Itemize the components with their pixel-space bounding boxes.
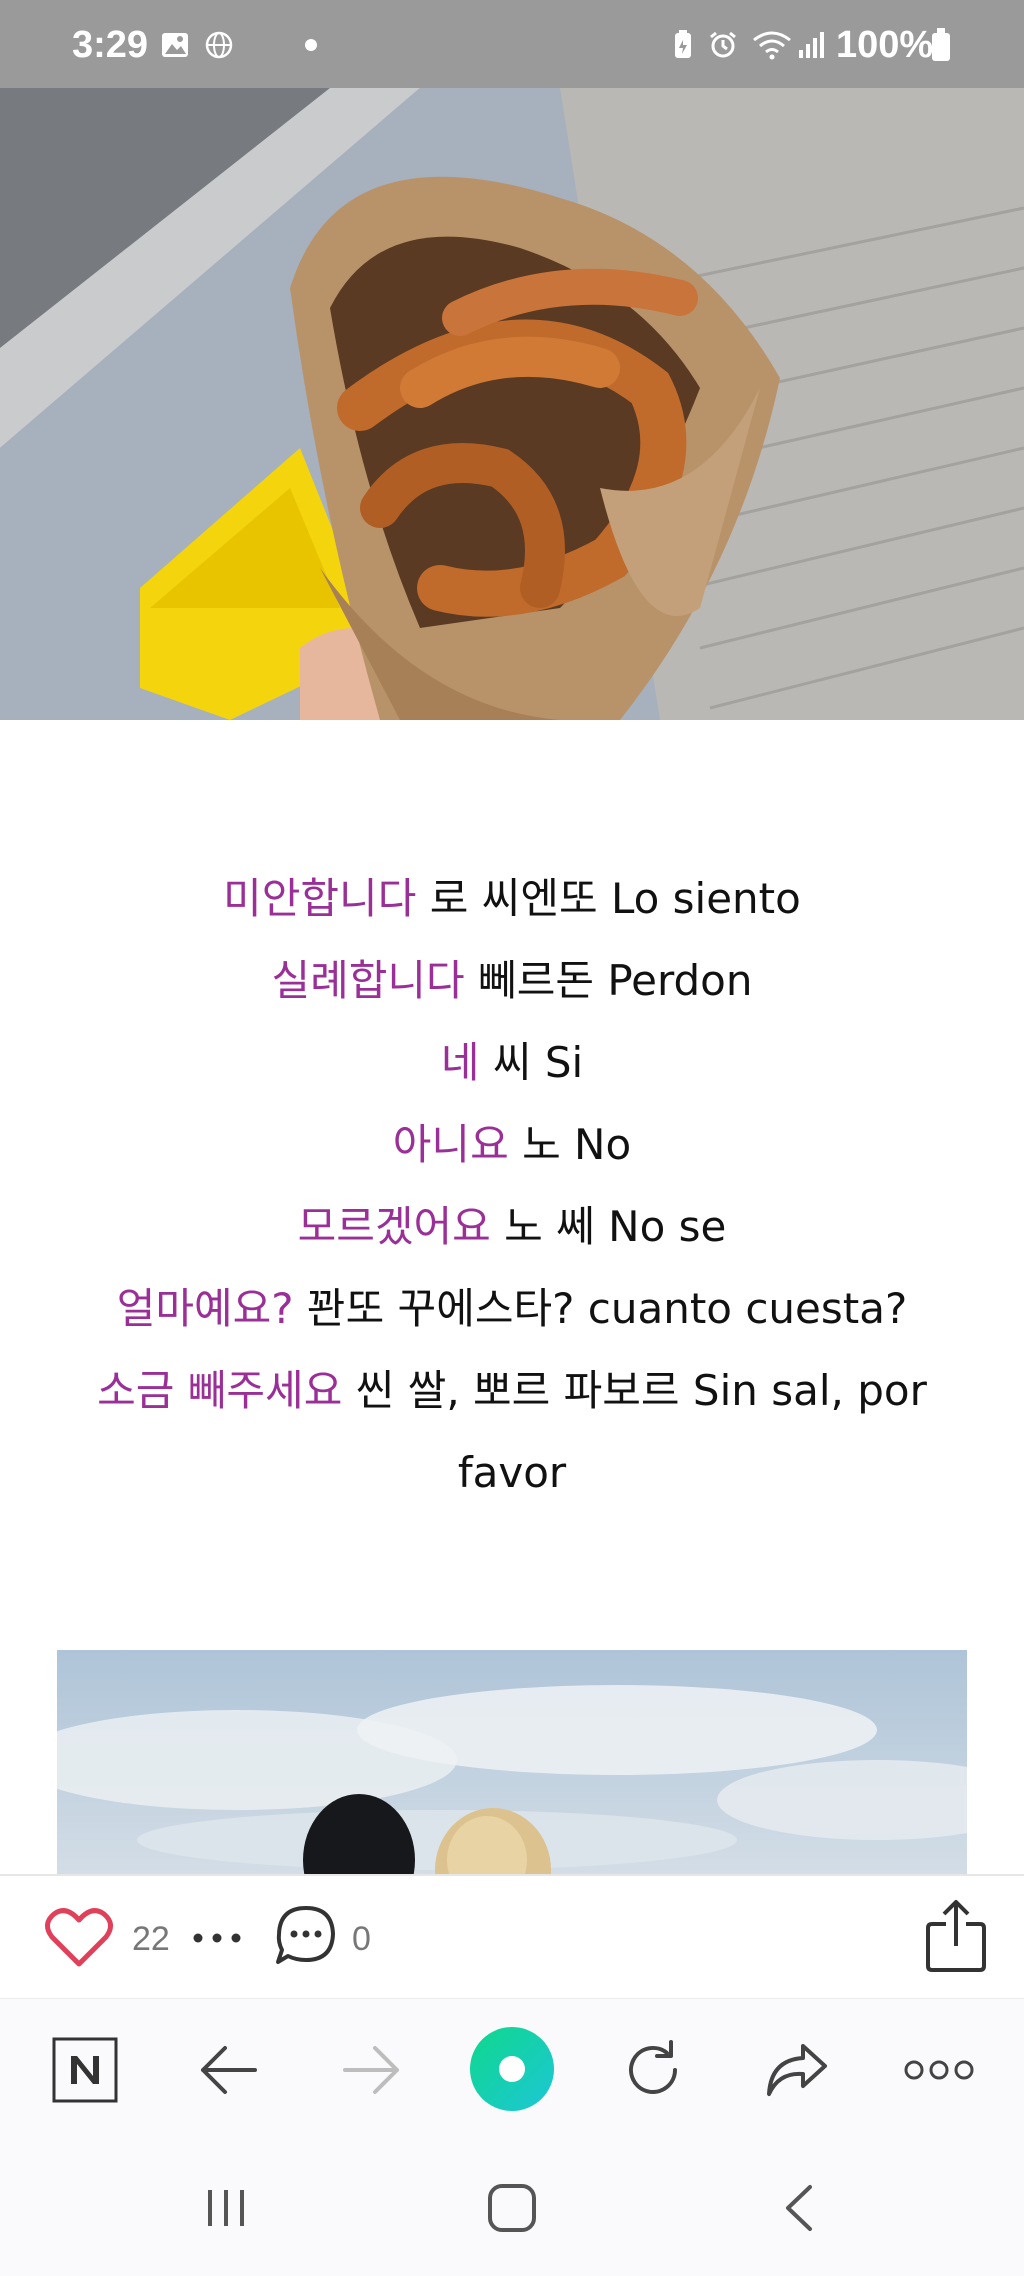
dot-icon <box>305 39 317 51</box>
korean-phrase: 소금 빼주세요 <box>97 1366 343 1415</box>
phrase-line: 네 씨 Si <box>60 1022 964 1104</box>
wifi-icon <box>753 31 791 60</box>
globe-icon <box>205 31 233 59</box>
phrase-translation: 꽌또 꾸에스타? cuanto cuesta? <box>293 1284 908 1333</box>
korean-phrase: 아니요 <box>392 1120 509 1169</box>
phrase-line: 모르겠어요 노 쎄 No se <box>60 1186 964 1268</box>
more-circles-icon <box>904 2060 974 2080</box>
phrase-line: 실례합니다 뻬르돈 Perdon <box>60 940 964 1022</box>
phrase-line: 미안합니다 로 씨엔또 Lo siento <box>60 858 964 940</box>
green-ring-icon <box>470 2027 554 2111</box>
system-back-button[interactable] <box>760 2168 840 2248</box>
recent-apps-button[interactable] <box>186 2168 266 2248</box>
comment-icon[interactable] <box>274 1904 338 1968</box>
phrase-translation: 뻬르돈 Perdon <box>464 956 753 1005</box>
alarm-icon <box>710 31 736 58</box>
sky-image <box>57 1650 967 1874</box>
status-time: 3:29 <box>72 24 149 66</box>
sky-photo <box>57 1650 967 1874</box>
browser-toolbar <box>0 1998 1024 2140</box>
back-arrow-icon <box>201 2046 257 2094</box>
status-bar: 3:29 100% <box>0 0 1024 88</box>
phrase-list: 미안합니다 로 씨엔또 Lo siento 실례합니다 뻬르돈 Perdon 네… <box>60 858 964 1514</box>
refresh-button[interactable] <box>608 2025 698 2115</box>
phrase-translation: 노 쎄 No se <box>490 1202 727 1251</box>
home-button[interactable] <box>472 2168 552 2248</box>
korean-phrase: 미안합니다 <box>223 874 417 923</box>
share-upload-icon[interactable] <box>924 1898 988 1974</box>
like-count: 22 <box>132 1920 170 1958</box>
phrase-translation: 로 씨엔또 Lo siento <box>416 874 801 923</box>
share-arrow-icon <box>767 2044 827 2096</box>
phrase-continuation: favor <box>457 1448 567 1497</box>
churros-photo <box>0 88 1024 720</box>
gallery-icon <box>162 33 188 57</box>
chevron-left-icon <box>786 2185 812 2231</box>
naver-home-button[interactable] <box>40 2025 130 2115</box>
battery-icon <box>932 28 950 61</box>
naver-n-icon <box>52 2037 118 2103</box>
green-dot-button[interactable] <box>462 2019 562 2119</box>
forward-arrow-icon <box>343 2046 399 2094</box>
forward-button[interactable] <box>326 2025 416 2115</box>
signal-icon <box>799 32 824 58</box>
phrase-line: 아니요 노 No <box>60 1104 964 1186</box>
battery-percentage: 100% <box>836 24 934 66</box>
like-heart-icon[interactable] <box>44 1906 114 1970</box>
churros-image <box>0 88 1024 720</box>
korean-phrase: 모르겠어요 <box>297 1202 491 1251</box>
phrase-translation: 씬 쌀, 뽀르 파보르 Sin sal, por <box>342 1366 927 1415</box>
phrase-translation: 노 No <box>508 1120 632 1169</box>
share-button[interactable] <box>752 2025 842 2115</box>
korean-phrase: 얼마예요? <box>116 1284 294 1333</box>
home-square-icon <box>488 2184 536 2232</box>
more-button[interactable] <box>894 2025 984 2115</box>
korean-phrase: 네 <box>440 1038 480 1087</box>
battery-saver-icon <box>675 30 691 58</box>
comment-count: 0 <box>352 1920 371 1958</box>
phrase-line: 얼마예요? 꽌또 꾸에스타? cuanto cuesta? <box>60 1268 964 1350</box>
recent-apps-icon <box>208 2190 244 2226</box>
more-dots-icon[interactable] <box>192 1932 242 1944</box>
back-button[interactable] <box>184 2025 274 2115</box>
system-nav-bar <box>0 2140 1024 2276</box>
phrase-translation: 씨 Si <box>479 1038 584 1087</box>
reaction-bar: 22 0 <box>0 1874 1024 1998</box>
korean-phrase: 실례합니다 <box>271 956 465 1005</box>
phrase-line: 소금 빼주세요 씬 쌀, 뽀르 파보르 Sin sal, por <box>60 1350 964 1432</box>
refresh-icon <box>629 2040 677 2094</box>
